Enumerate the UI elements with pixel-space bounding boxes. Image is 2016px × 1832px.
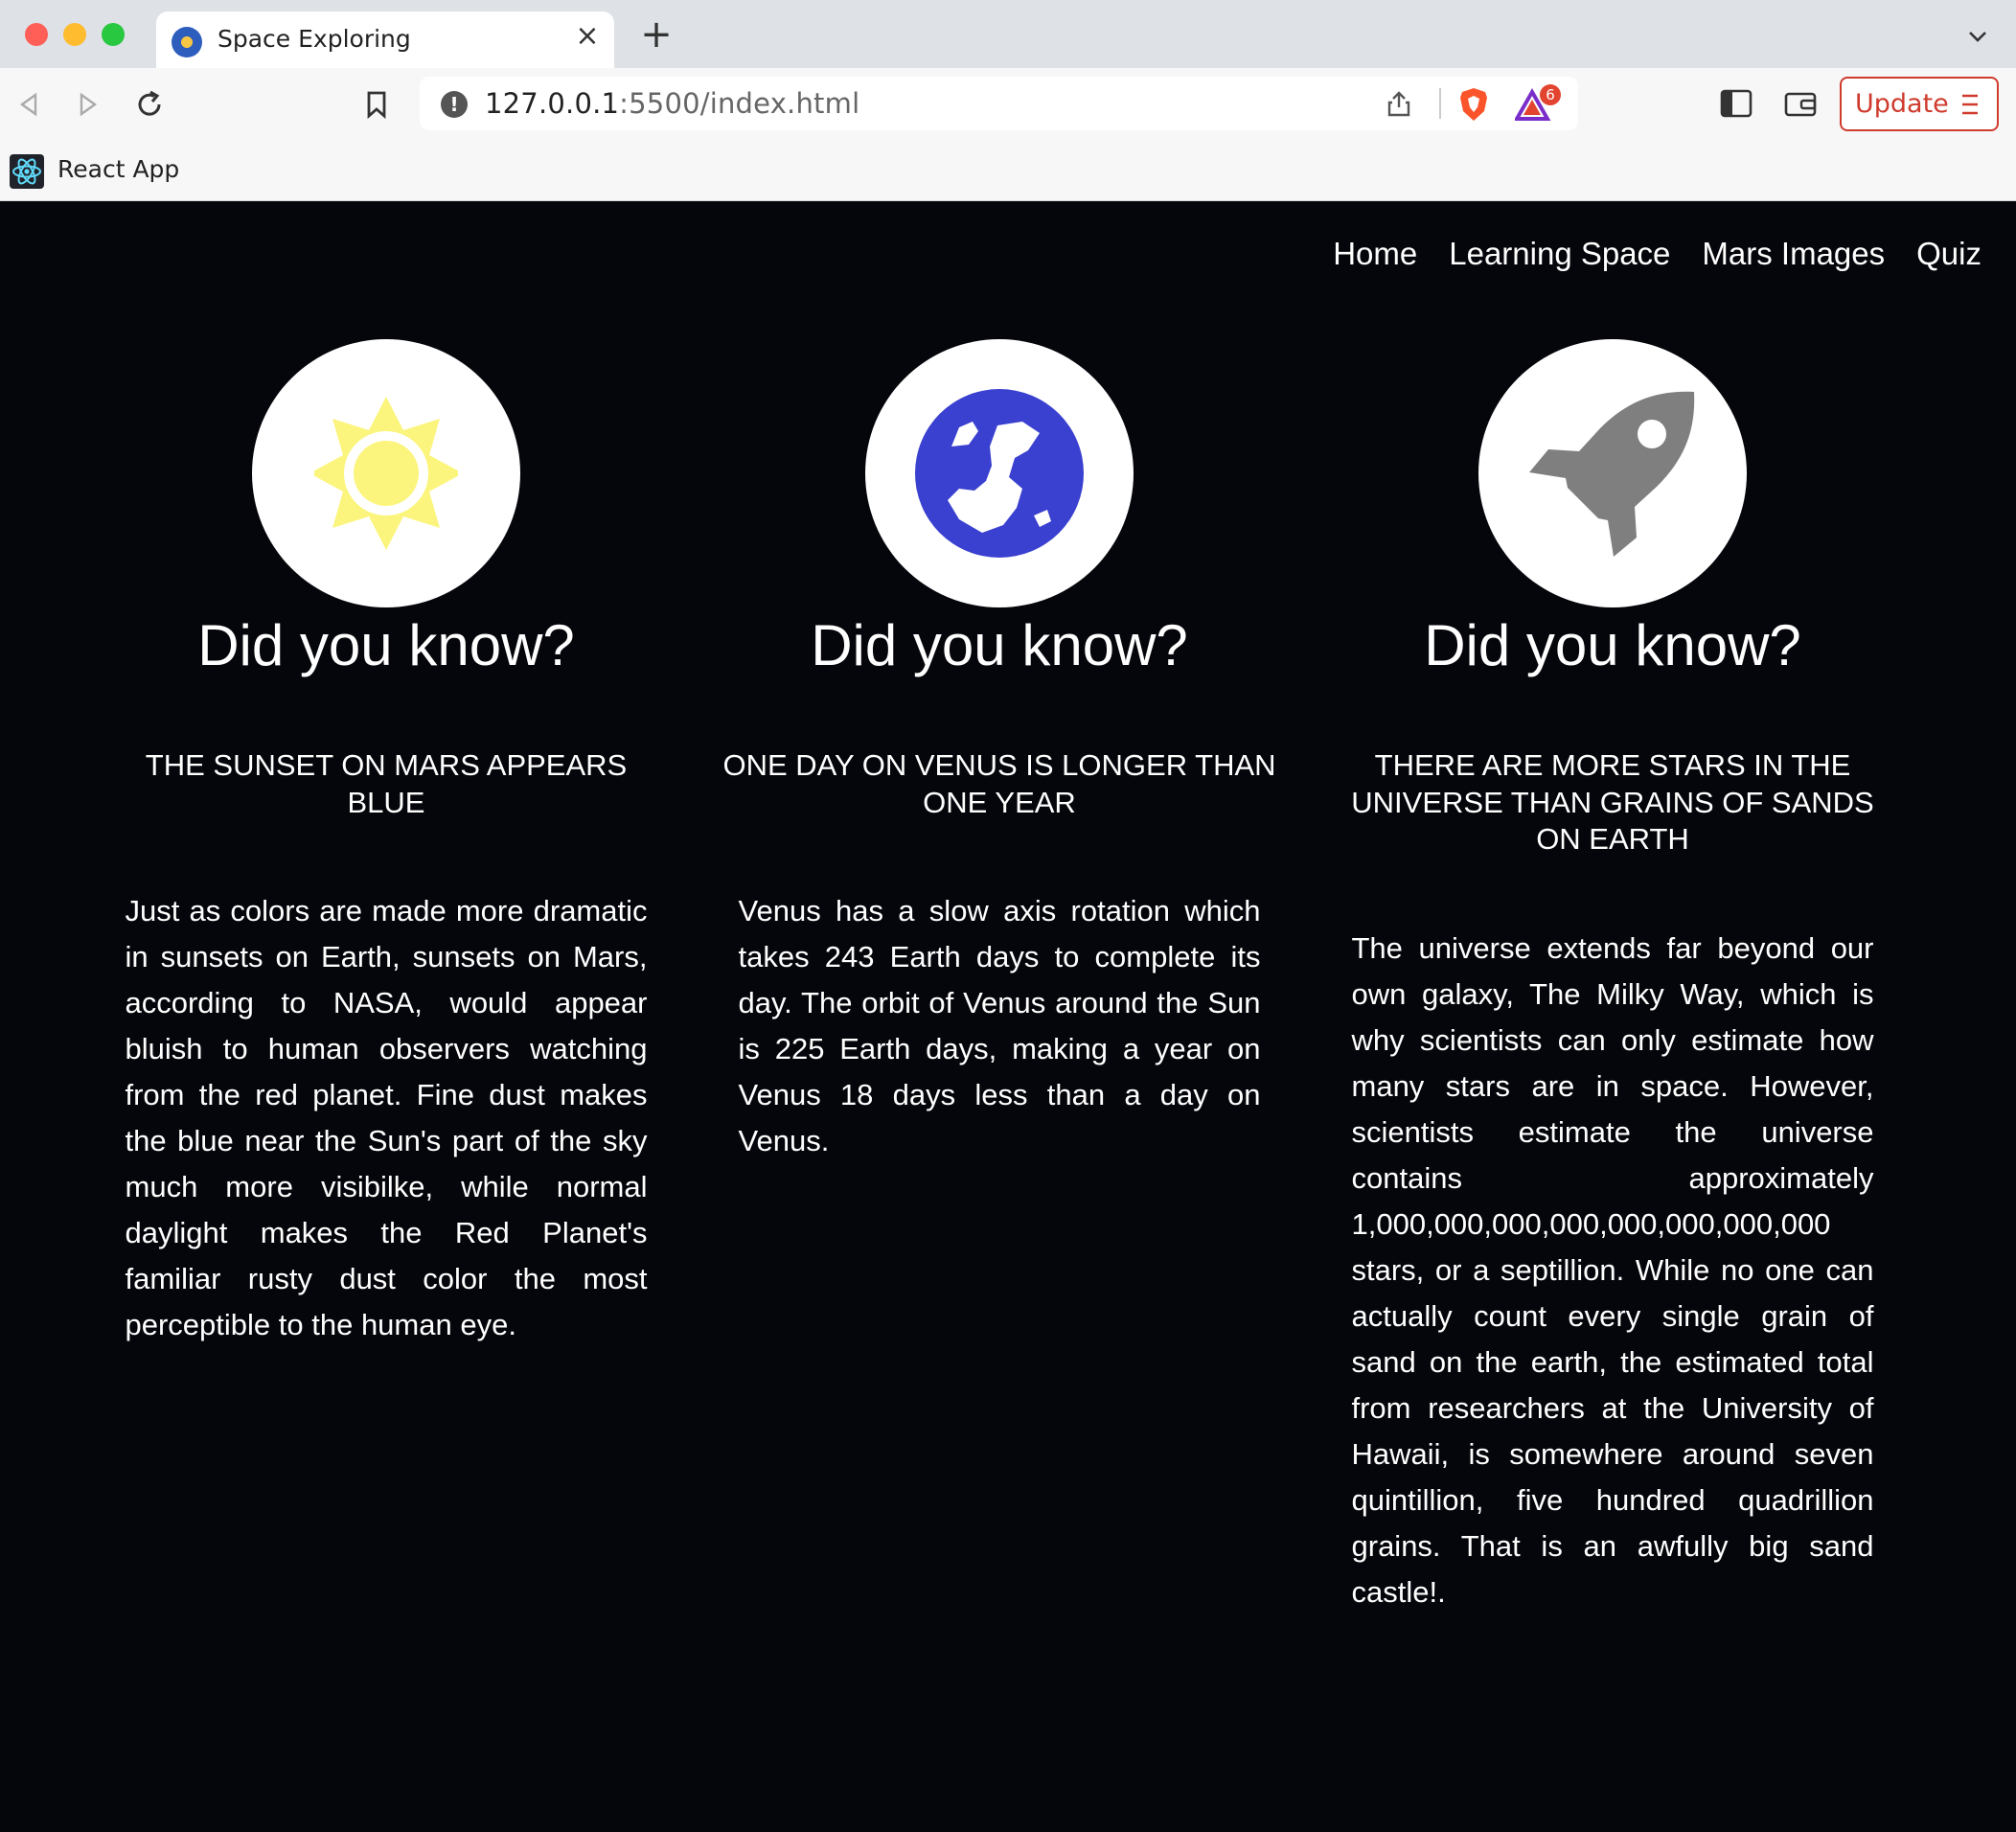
tab-close-icon[interactable]: ×: [570, 19, 605, 54]
forward-icon[interactable]: [71, 87, 105, 122]
info-icon[interactable]: !: [441, 91, 468, 118]
card-subheading: ONE DAY ON VENUS IS LONGER THAN ONE YEAR: [722, 748, 1276, 819]
update-label: Update: [1855, 89, 1949, 119]
rewards-badge: 6: [1540, 84, 1561, 105]
icon-circle: [1478, 339, 1747, 607]
wallet-icon[interactable]: [1784, 89, 1817, 118]
react-logo-icon: [10, 154, 44, 189]
favicon-icon: [172, 27, 202, 57]
browser-tabstrip: Space Exploring × +: [0, 0, 2016, 68]
reload-icon[interactable]: [132, 87, 167, 122]
url-host: 127.0.0.1: [485, 87, 620, 120]
card-heading: Did you know?: [1424, 613, 1801, 677]
nav-link-learning-space[interactable]: Learning Space: [1449, 236, 1670, 272]
bookmark-react-app[interactable]: React App: [57, 155, 179, 183]
fact-card-stars-vs-sand: Did you know? THERE ARE MORE STARS IN TH…: [1330, 339, 1895, 1615]
browser-toolbar: ! 127.0.0.1:5500/index.html 6 Update: [0, 68, 2016, 142]
card-subheading: THE SUNSET ON MARS APPEARS BLUE: [145, 748, 628, 819]
card-body: Venus has a slow axis rotation which tak…: [738, 894, 1261, 1157]
bookmarks-bar: React App: [0, 142, 2016, 201]
main-nav: Home Learning Space Mars Images Quiz: [1333, 236, 1982, 272]
card-body: Just as colors are made more dramatic in…: [125, 894, 648, 1341]
icon-circle: [865, 339, 1134, 607]
card-body: The universe extends far beyond our own …: [1351, 930, 1874, 1609]
bookmark-icon[interactable]: [359, 87, 394, 122]
close-window-button[interactable]: [25, 23, 48, 46]
back-icon[interactable]: [11, 87, 46, 122]
card-heading: Did you know?: [811, 613, 1188, 677]
fact-card-mars-sunset: Did you know? THE SUNSET ON MARS APPEARS…: [103, 339, 669, 1348]
url-path: :5500/index.html: [619, 87, 860, 120]
rocket-icon: [1529, 391, 1695, 557]
fact-card-venus-day: Did you know? ONE DAY ON VENUS IS LONGER…: [717, 339, 1282, 1164]
brave-shield-icon[interactable]: [1457, 86, 1490, 123]
update-button[interactable]: Update: [1840, 77, 1999, 131]
tab-title: Space Exploring: [218, 25, 411, 53]
url-text[interactable]: 127.0.0.1:5500/index.html: [485, 87, 859, 120]
address-bar[interactable]: ! 127.0.0.1:5500/index.html 6: [420, 77, 1578, 130]
new-tab-button[interactable]: +: [637, 15, 676, 54]
browser-tab-active[interactable]: Space Exploring ×: [156, 11, 614, 68]
sidebar-toggle-icon[interactable]: [1720, 89, 1753, 118]
icon-circle: [252, 339, 520, 607]
chevron-down-icon[interactable]: [1966, 25, 1989, 48]
menu-icon: [1962, 94, 1978, 115]
card-subheading: THERE ARE MORE STARS IN THE UNIVERSE THA…: [1351, 748, 1874, 856]
share-icon[interactable]: [1385, 89, 1413, 118]
minimize-window-button[interactable]: [63, 23, 86, 46]
nav-link-home[interactable]: Home: [1333, 236, 1417, 272]
card-heading: Did you know?: [197, 613, 575, 677]
maximize-window-button[interactable]: [102, 23, 125, 46]
sun-icon: [314, 397, 458, 550]
page-body: Home Learning Space Mars Images Quiz Did…: [0, 201, 2016, 1832]
nav-link-mars-images[interactable]: Mars Images: [1702, 236, 1885, 272]
url-divider: [1439, 88, 1441, 119]
nav-link-quiz[interactable]: Quiz: [1916, 236, 1982, 272]
earth-globe-icon: [915, 389, 1084, 558]
